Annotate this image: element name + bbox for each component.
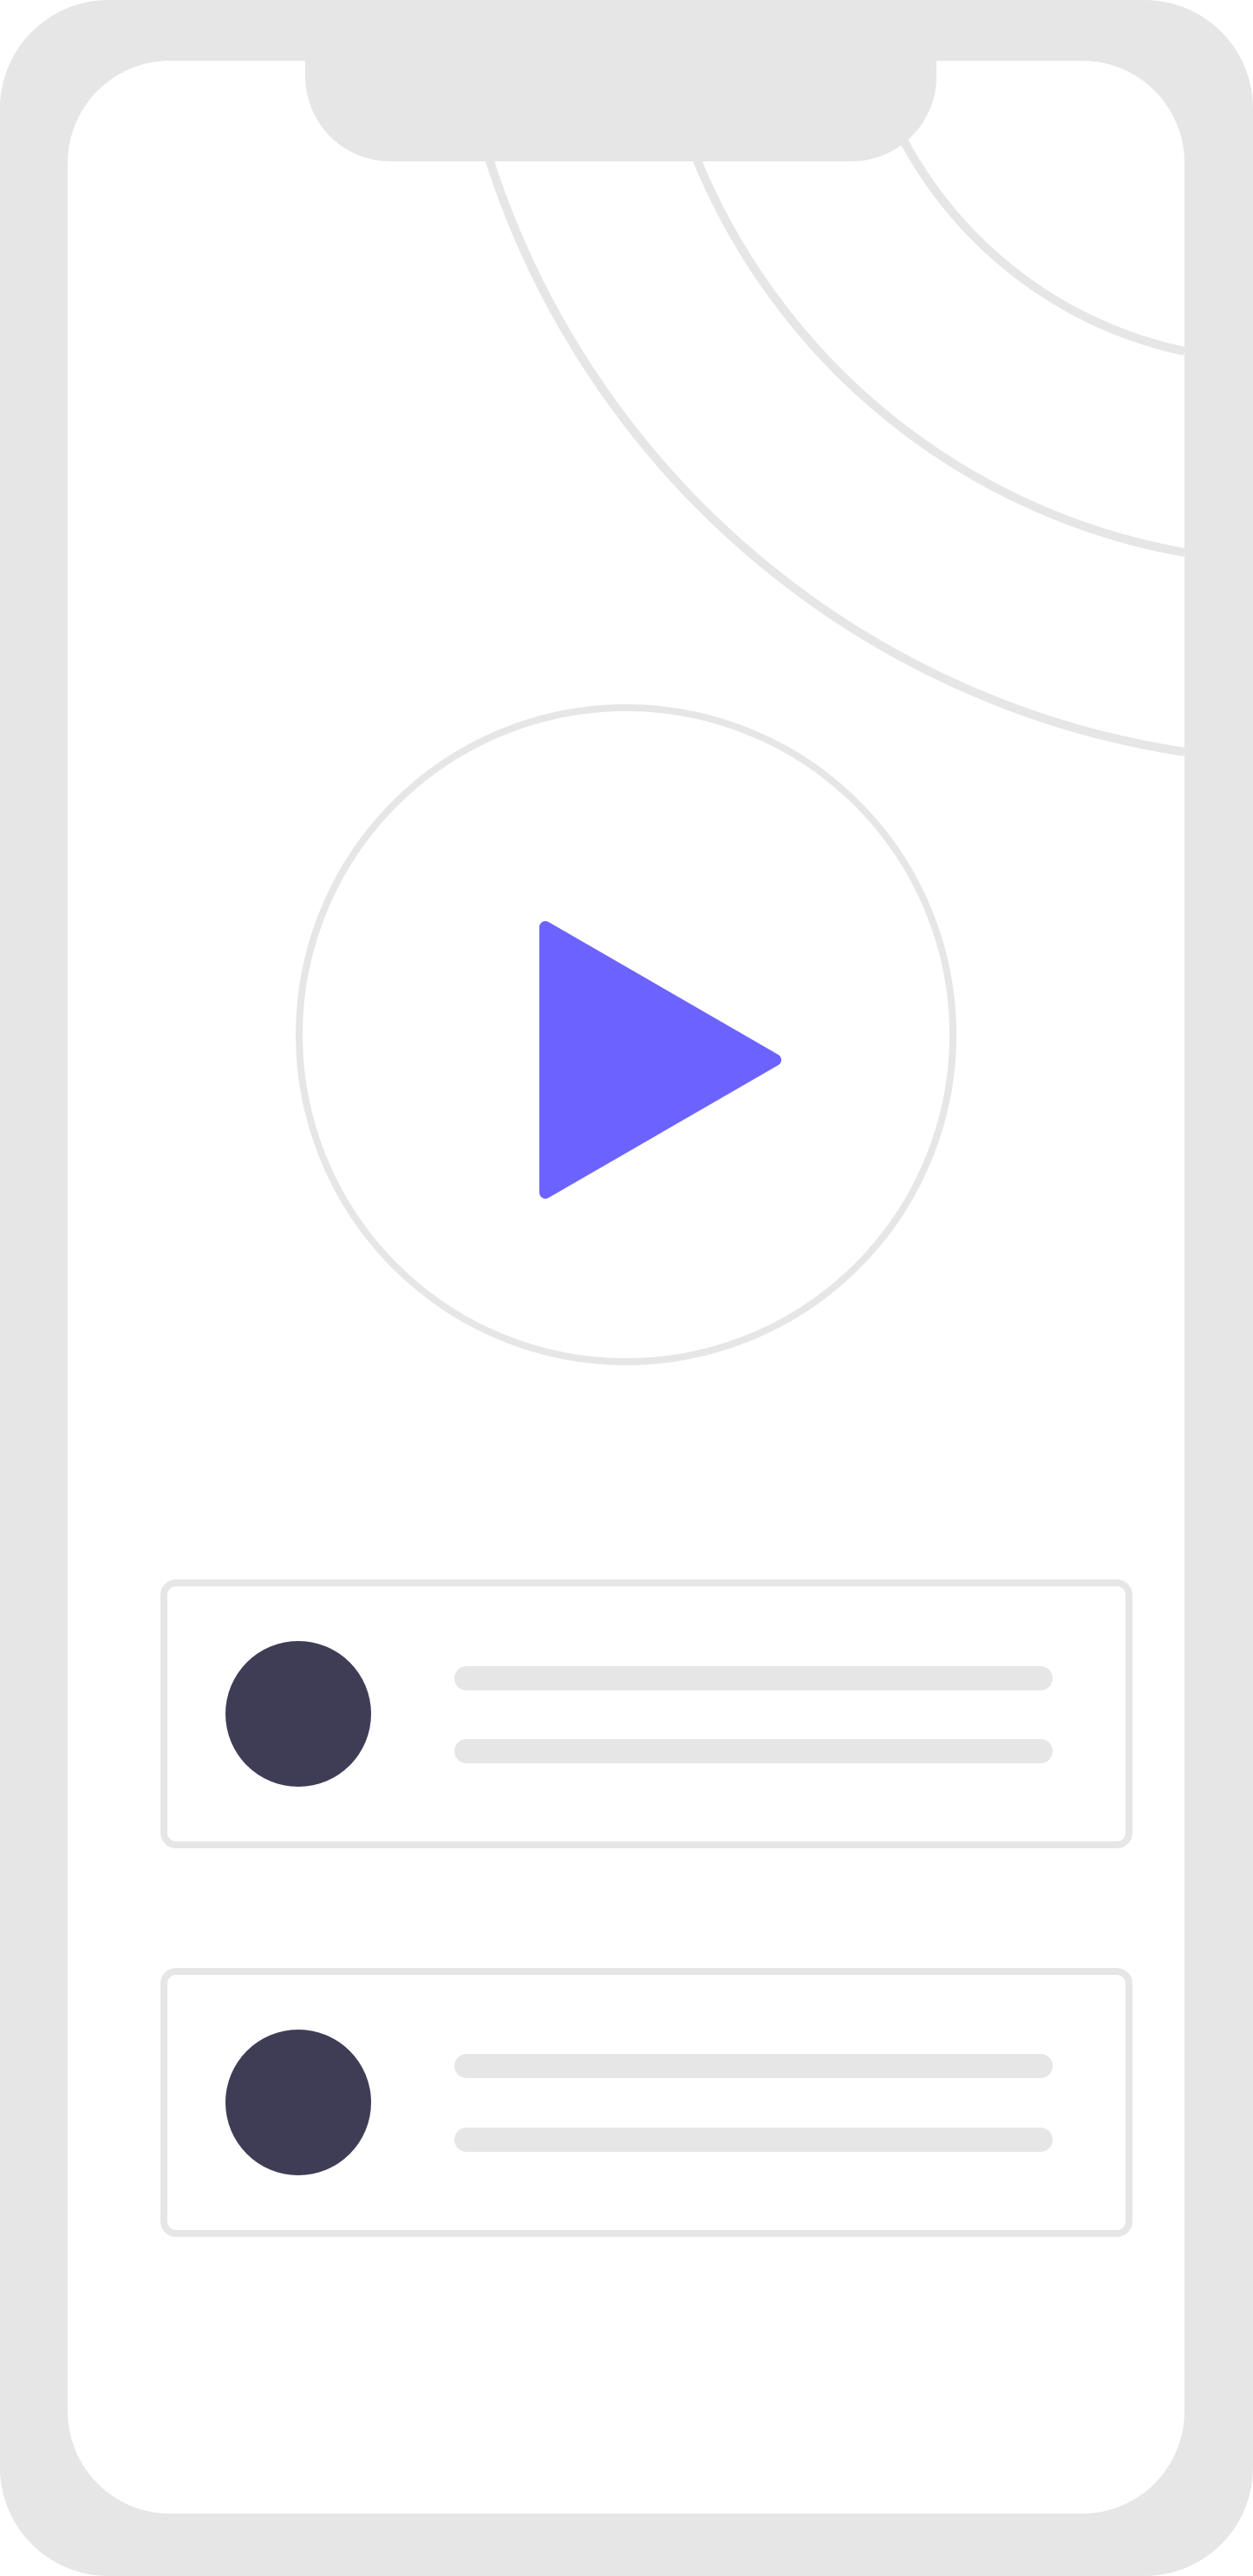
- text-line-placeholder: [454, 2054, 1053, 2078]
- text-line-placeholder: [454, 1666, 1053, 1690]
- phone-notch: [305, 0, 936, 161]
- list-item[interactable]: [160, 1579, 1132, 1848]
- phone-illustration: [0, 0, 1253, 2576]
- text-line-placeholder: [454, 1739, 1053, 1763]
- text-line-placeholder: [454, 2128, 1053, 2152]
- list-item[interactable]: [160, 1968, 1132, 2237]
- avatar: [225, 1641, 371, 1787]
- play-button[interactable]: [296, 704, 956, 1365]
- avatar: [225, 2030, 371, 2175]
